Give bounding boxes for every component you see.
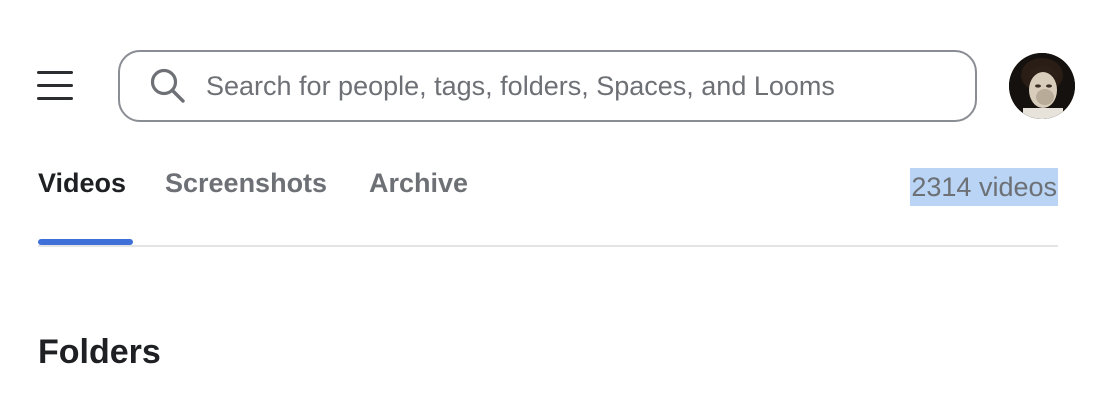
search-icon xyxy=(150,68,185,103)
tab-videos[interactable]: Videos xyxy=(38,168,126,199)
library-page: Videos Screenshots Archive 2314 videos F… xyxy=(0,0,1102,404)
hamburger-icon-bar xyxy=(37,83,73,87)
user-avatar[interactable] xyxy=(1009,53,1075,119)
tab-screenshots[interactable]: Screenshots xyxy=(165,168,327,199)
tab-archive[interactable]: Archive xyxy=(369,168,468,199)
search-input[interactable] xyxy=(206,66,946,106)
avatar-image xyxy=(1009,53,1075,119)
hamburger-icon-bar xyxy=(37,96,73,100)
video-count: 2314 videos xyxy=(910,168,1058,206)
search-bar[interactable] xyxy=(118,50,977,122)
menu-button[interactable] xyxy=(30,62,80,108)
hamburger-icon-bar xyxy=(37,70,73,74)
folders-heading: Folders xyxy=(38,333,161,371)
tab-divider xyxy=(38,245,1058,247)
